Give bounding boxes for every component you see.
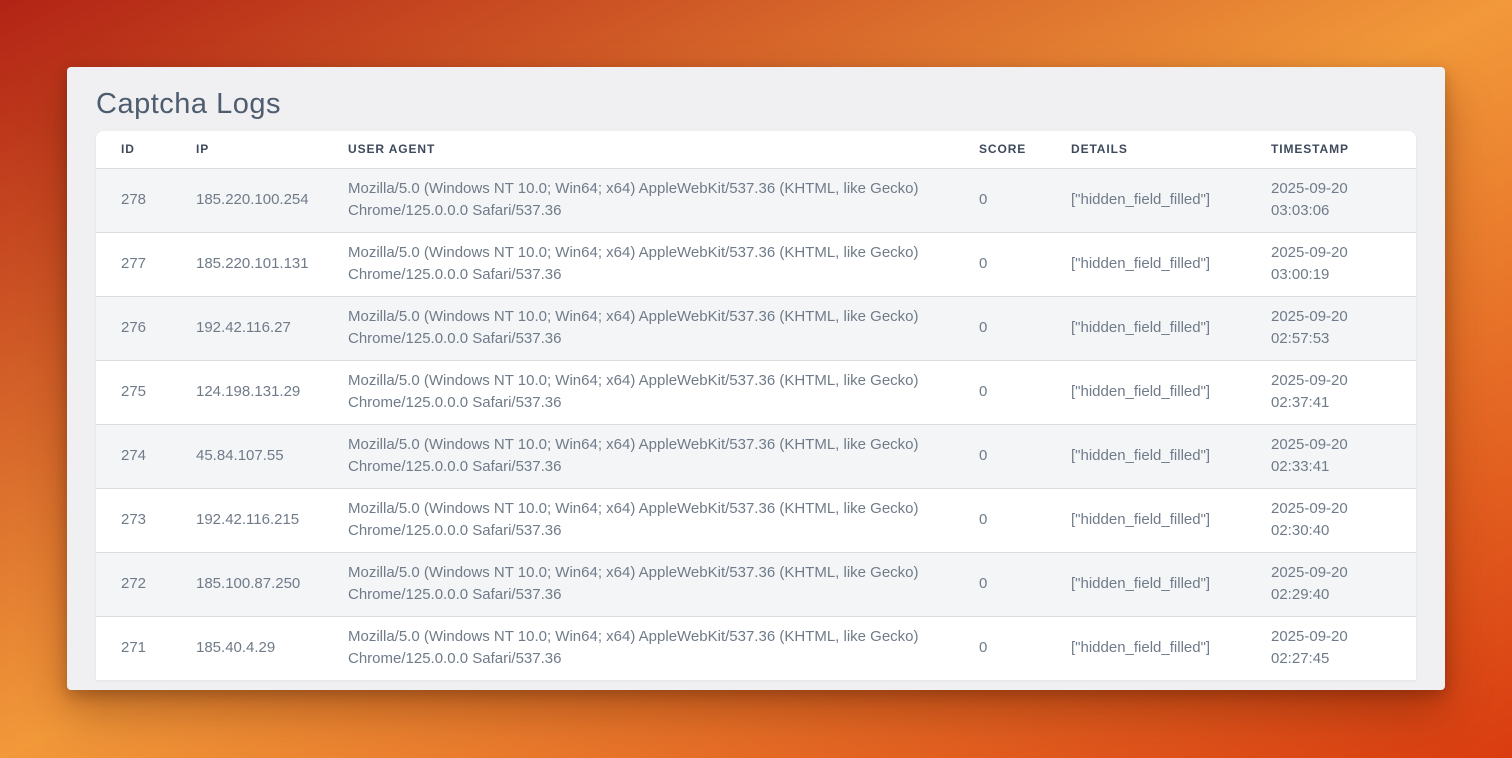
cell-details: ["hidden_field_filled"] bbox=[1046, 296, 1246, 360]
cell-timestamp: 2025-09-20 02:57:53 bbox=[1246, 296, 1416, 360]
cell-id: 277 bbox=[96, 232, 171, 296]
table-row: 271185.40.4.29Mozilla/5.0 (Windows NT 10… bbox=[96, 616, 1416, 680]
cell-user_agent: Mozilla/5.0 (Windows NT 10.0; Win64; x64… bbox=[323, 168, 954, 232]
cell-user_agent: Mozilla/5.0 (Windows NT 10.0; Win64; x64… bbox=[323, 488, 954, 552]
cell-user_agent: Mozilla/5.0 (Windows NT 10.0; Win64; x64… bbox=[323, 552, 954, 616]
cell-details: ["hidden_field_filled"] bbox=[1046, 360, 1246, 424]
cell-details: ["hidden_field_filled"] bbox=[1046, 616, 1246, 680]
column-header-ip: IP bbox=[171, 131, 323, 168]
cell-ip: 45.84.107.55 bbox=[171, 424, 323, 488]
logs-table-container: IDIPUSER AGENTSCOREDETAILSTIMESTAMP 2781… bbox=[96, 131, 1416, 680]
cell-id: 276 bbox=[96, 296, 171, 360]
cell-id: 272 bbox=[96, 552, 171, 616]
cell-details: ["hidden_field_filled"] bbox=[1046, 424, 1246, 488]
column-header-user_agent: USER AGENT bbox=[323, 131, 954, 168]
table-row: 273192.42.116.215Mozilla/5.0 (Windows NT… bbox=[96, 488, 1416, 552]
cell-user_agent: Mozilla/5.0 (Windows NT 10.0; Win64; x64… bbox=[323, 616, 954, 680]
captcha-logs-card: Captcha Logs IDIPUSER AGENTSCOREDETAILST… bbox=[67, 67, 1445, 690]
cell-user_agent: Mozilla/5.0 (Windows NT 10.0; Win64; x64… bbox=[323, 296, 954, 360]
header-row: IDIPUSER AGENTSCOREDETAILSTIMESTAMP bbox=[96, 131, 1416, 168]
cell-timestamp: 2025-09-20 03:00:19 bbox=[1246, 232, 1416, 296]
cell-score: 0 bbox=[954, 488, 1046, 552]
cell-timestamp: 2025-09-20 03:03:06 bbox=[1246, 168, 1416, 232]
cell-ip: 192.42.116.215 bbox=[171, 488, 323, 552]
cell-user_agent: Mozilla/5.0 (Windows NT 10.0; Win64; x64… bbox=[323, 360, 954, 424]
column-header-timestamp: TIMESTAMP bbox=[1246, 131, 1416, 168]
table-row: 277185.220.101.131Mozilla/5.0 (Windows N… bbox=[96, 232, 1416, 296]
cell-timestamp: 2025-09-20 02:29:40 bbox=[1246, 552, 1416, 616]
column-header-id: ID bbox=[96, 131, 171, 168]
cell-user_agent: Mozilla/5.0 (Windows NT 10.0; Win64; x64… bbox=[323, 424, 954, 488]
cell-details: ["hidden_field_filled"] bbox=[1046, 552, 1246, 616]
cell-id: 275 bbox=[96, 360, 171, 424]
cell-id: 274 bbox=[96, 424, 171, 488]
cell-details: ["hidden_field_filled"] bbox=[1046, 232, 1246, 296]
table-body: 278185.220.100.254Mozilla/5.0 (Windows N… bbox=[96, 168, 1416, 680]
cell-score: 0 bbox=[954, 424, 1046, 488]
cell-timestamp: 2025-09-20 02:30:40 bbox=[1246, 488, 1416, 552]
cell-ip: 185.220.101.131 bbox=[171, 232, 323, 296]
cell-score: 0 bbox=[954, 232, 1046, 296]
cell-score: 0 bbox=[954, 616, 1046, 680]
cell-id: 278 bbox=[96, 168, 171, 232]
cell-ip: 185.100.87.250 bbox=[171, 552, 323, 616]
cell-id: 273 bbox=[96, 488, 171, 552]
cell-ip: 185.40.4.29 bbox=[171, 616, 323, 680]
cell-timestamp: 2025-09-20 02:27:45 bbox=[1246, 616, 1416, 680]
cell-details: ["hidden_field_filled"] bbox=[1046, 488, 1246, 552]
cell-ip: 192.42.116.27 bbox=[171, 296, 323, 360]
table-row: 275124.198.131.29Mozilla/5.0 (Windows NT… bbox=[96, 360, 1416, 424]
cell-user_agent: Mozilla/5.0 (Windows NT 10.0; Win64; x64… bbox=[323, 232, 954, 296]
page-title: Captcha Logs bbox=[96, 83, 1416, 125]
table-row: 278185.220.100.254Mozilla/5.0 (Windows N… bbox=[96, 168, 1416, 232]
page-background: { "page": { "title": "Captcha Logs" }, "… bbox=[0, 0, 1512, 758]
cell-details: ["hidden_field_filled"] bbox=[1046, 168, 1246, 232]
cell-timestamp: 2025-09-20 02:33:41 bbox=[1246, 424, 1416, 488]
cell-score: 0 bbox=[954, 360, 1046, 424]
cell-score: 0 bbox=[954, 168, 1046, 232]
table-header: IDIPUSER AGENTSCOREDETAILSTIMESTAMP bbox=[96, 131, 1416, 168]
column-header-details: DETAILS bbox=[1046, 131, 1246, 168]
table-row: 272185.100.87.250Mozilla/5.0 (Windows NT… bbox=[96, 552, 1416, 616]
table-row: 27445.84.107.55Mozilla/5.0 (Windows NT 1… bbox=[96, 424, 1416, 488]
logs-table: IDIPUSER AGENTSCOREDETAILSTIMESTAMP 2781… bbox=[96, 131, 1416, 680]
cell-score: 0 bbox=[954, 552, 1046, 616]
cell-ip: 185.220.100.254 bbox=[171, 168, 323, 232]
cell-id: 271 bbox=[96, 616, 171, 680]
cell-ip: 124.198.131.29 bbox=[171, 360, 323, 424]
cell-score: 0 bbox=[954, 296, 1046, 360]
table-row: 276192.42.116.27Mozilla/5.0 (Windows NT … bbox=[96, 296, 1416, 360]
cell-timestamp: 2025-09-20 02:37:41 bbox=[1246, 360, 1416, 424]
column-header-score: SCORE bbox=[954, 131, 1046, 168]
